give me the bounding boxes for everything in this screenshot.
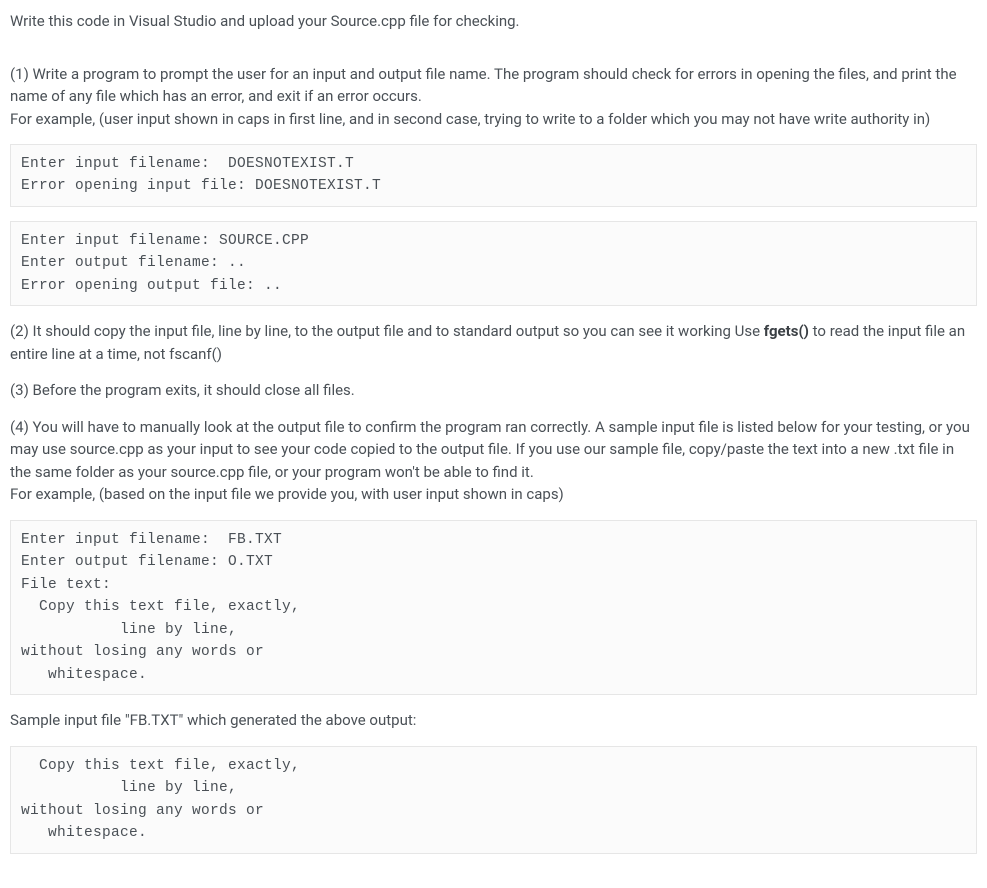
part2-bold: fgets(): [764, 322, 809, 340]
part4-text: (4) You will have to manually look at th…: [10, 416, 977, 506]
code-block-4: Copy this text file, exactly, line by li…: [10, 746, 977, 854]
part1-text: (1) Write a program to prompt the user f…: [10, 63, 977, 131]
intro-text: Write this code in Visual Studio and upl…: [10, 10, 977, 33]
part1-line-b: For example, (user input shown in caps i…: [10, 110, 930, 128]
part2-prefix: (2) It should copy the input file, line …: [10, 322, 764, 340]
code-block-2: Enter input filename: SOURCE.CPP Enter o…: [10, 221, 977, 306]
code-block-1: Enter input filename: DOESNOTEXIST.T Err…: [10, 144, 977, 207]
sample-label: Sample input file "FB.TXT" which generat…: [10, 709, 977, 732]
part1-line-a: (1) Write a program to prompt the user f…: [10, 65, 957, 106]
part2-text: (2) It should copy the input file, line …: [10, 320, 977, 365]
part4-line-a: (4) You will have to manually look at th…: [10, 418, 970, 481]
part4-line-b: For example, (based on the input file we…: [10, 485, 564, 503]
code-block-3: Enter input filename: FB.TXT Enter outpu…: [10, 520, 977, 695]
part3-text: (3) Before the program exits, it should …: [10, 379, 977, 402]
